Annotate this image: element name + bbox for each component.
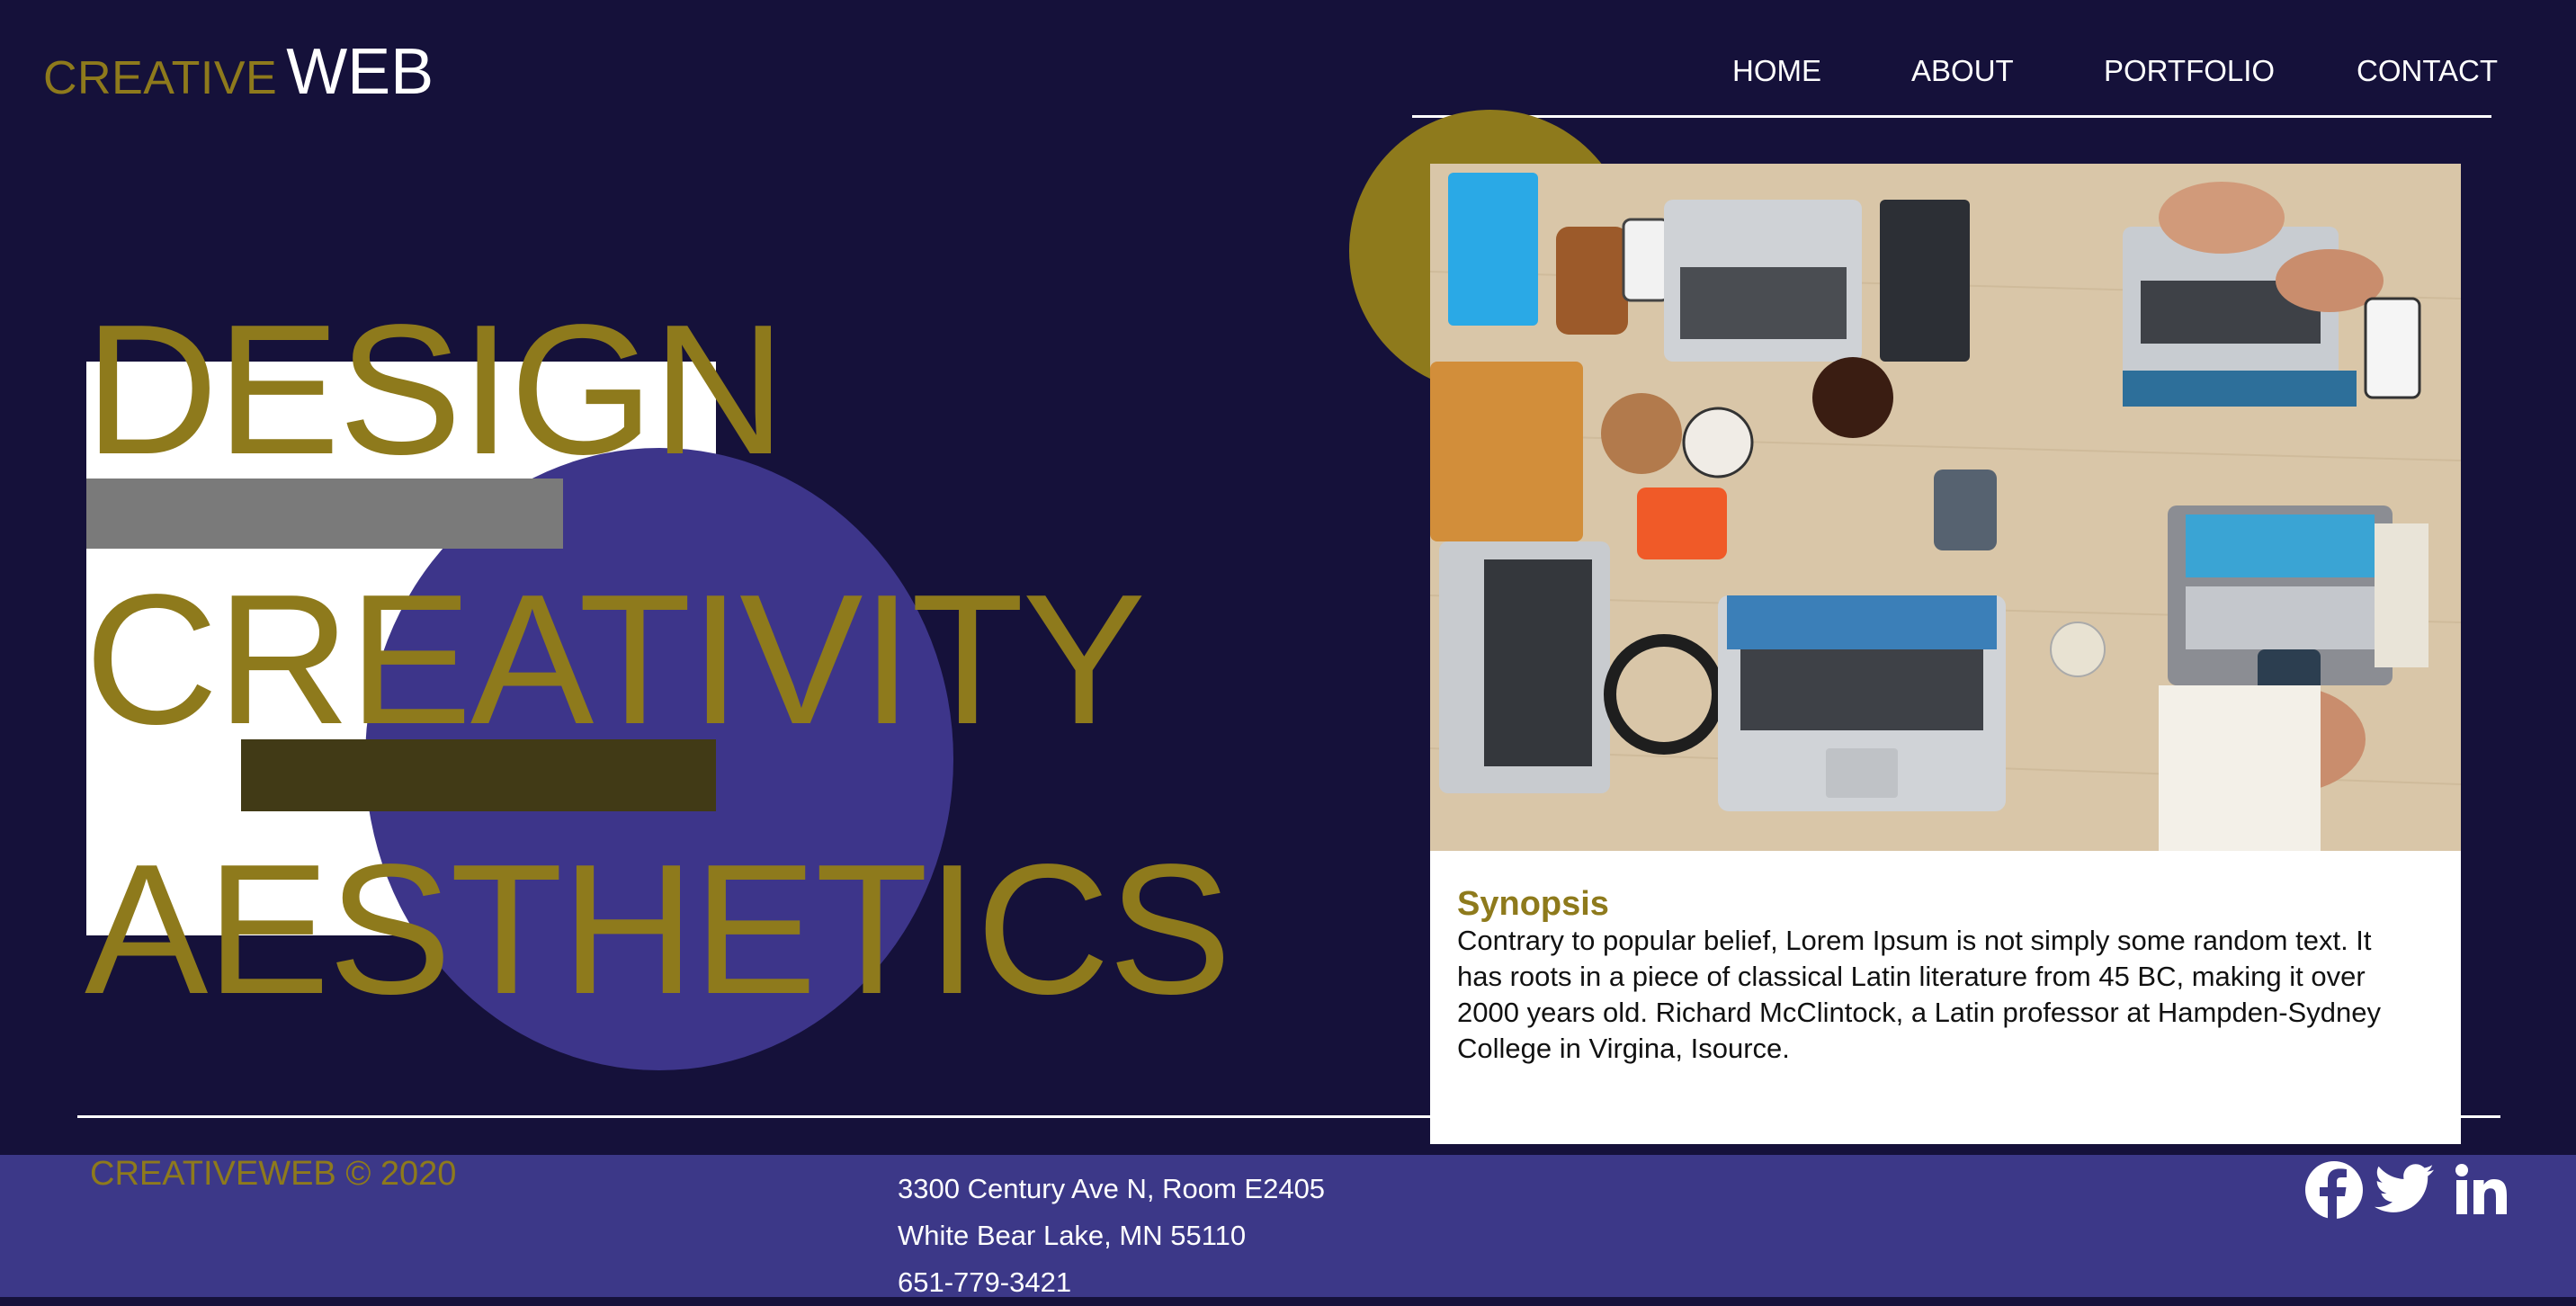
logo-creative: CREATIVE — [43, 52, 278, 104]
nav-divider — [1412, 115, 2491, 118]
linkedin-icon[interactable] — [2455, 1164, 2508, 1219]
address-line: 3300 Century Ave N, Room E2405 — [898, 1173, 1326, 1204]
hero-word-creativity: CREATIVITY — [85, 556, 1146, 763]
facebook-icon[interactable] — [2304, 1160, 2364, 1224]
address-phone: 651-779-3421 — [898, 1266, 1072, 1298]
nav-about[interactable]: ABOUT — [1911, 54, 2014, 88]
site-logo[interactable]: CREATIVE WEB — [43, 40, 434, 104]
footer-address: 3300 Century Ave N, Room E2405 White Bea… — [898, 1166, 1325, 1306]
card-body-line: Contrary to popular belief, Lorem Ipsum … — [1457, 925, 2372, 956]
card-body: Contrary to popular belief, Lorem Ipsum … — [1457, 923, 2437, 1067]
card-body-line: College in Virgina, Isource. — [1457, 1033, 1790, 1064]
card-body-line: 2000 years old. Richard McClintock, a La… — [1457, 997, 2381, 1028]
twitter-icon[interactable] — [2375, 1164, 2434, 1219]
workspace-photo — [1430, 164, 2461, 851]
logo-web: WEB — [286, 36, 434, 108]
nav-home[interactable]: HOME — [1732, 54, 1821, 88]
hero-word-design: DESIGN — [85, 286, 786, 493]
hero-word-aesthetics: AESTHETICS — [85, 826, 1231, 1033]
card-title: Synopsis — [1457, 885, 1609, 923]
card-body-line: has roots in a piece of classical Latin … — [1457, 961, 2366, 992]
footer-copyright: CREATIVEWEB © 2020 — [90, 1155, 457, 1193]
nav-contact[interactable]: CONTACT — [2357, 54, 2498, 88]
address-line: White Bear Lake, MN 55110 — [898, 1220, 1247, 1251]
nav-portfolio[interactable]: PORTFOLIO — [2104, 54, 2275, 88]
footer-divider — [77, 1115, 2500, 1118]
